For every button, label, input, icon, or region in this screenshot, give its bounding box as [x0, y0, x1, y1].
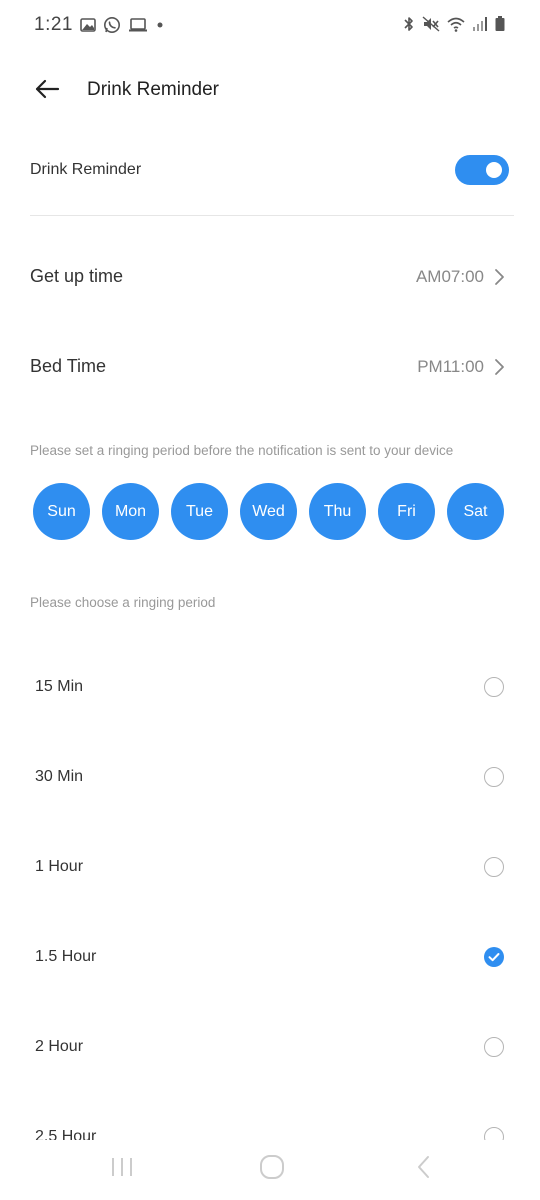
- choose-period-hint: Please choose a ringing period: [30, 595, 216, 610]
- chevron-right-icon: [492, 267, 506, 287]
- check-icon: [488, 953, 500, 962]
- whatsapp-icon: [103, 16, 121, 39]
- status-left-icons: [80, 16, 165, 39]
- day-sat[interactable]: Sat: [447, 483, 504, 540]
- period-list: 15 Min 30 Min 1 Hour 1.5 Hour 2 Hour 2.5…: [0, 640, 540, 1140]
- day-mon[interactable]: Mon: [102, 483, 159, 540]
- radio-button-checked[interactable]: [484, 947, 504, 967]
- radio-button[interactable]: [484, 1127, 504, 1140]
- get-up-time-value: AM07:00: [415, 267, 484, 286]
- back-arrow-icon: [34, 79, 60, 104]
- ringing-period-hint: Please set a ringing period before the n…: [30, 443, 454, 458]
- wifi-icon: [446, 15, 466, 38]
- radio-button[interactable]: [484, 857, 504, 877]
- signal-icon: [472, 15, 488, 38]
- drink-reminder-label: Drink Reminder: [30, 161, 142, 178]
- page-title: Drink Reminder: [87, 79, 219, 100]
- radio-button[interactable]: [484, 1037, 504, 1057]
- period-item-2-5-hour[interactable]: 2.5 Hour: [0, 1090, 540, 1140]
- toggle-knob: [486, 162, 502, 178]
- period-item-30-min[interactable]: 30 Min: [0, 730, 540, 820]
- nav-back-button[interactable]: [404, 1154, 444, 1184]
- back-icon: [414, 1154, 434, 1185]
- battery-icon: [494, 15, 506, 38]
- period-label: 15 Min: [35, 678, 84, 695]
- dot-icon: [155, 17, 165, 38]
- period-label: 1.5 Hour: [35, 948, 97, 965]
- period-label: 1 Hour: [35, 858, 84, 875]
- laptop-icon: [128, 17, 148, 38]
- period-item-1-hour[interactable]: 1 Hour: [0, 820, 540, 910]
- get-up-time-row[interactable]: Get up time AM07:00: [30, 252, 510, 302]
- home-icon: [258, 1153, 286, 1186]
- status-bar: 1:21: [0, 0, 540, 50]
- radio-button[interactable]: [484, 767, 504, 787]
- chevron-right-icon: [492, 357, 506, 377]
- recent-apps-button[interactable]: [102, 1154, 142, 1184]
- day-thu[interactable]: Thu: [309, 483, 366, 540]
- navigation-bar: [0, 1140, 540, 1200]
- day-sun[interactable]: Sun: [33, 483, 90, 540]
- period-item-15-min[interactable]: 15 Min: [0, 640, 540, 730]
- period-label: 2 Hour: [35, 1038, 84, 1055]
- radio-button[interactable]: [484, 677, 504, 697]
- drink-reminder-row: Drink Reminder: [30, 145, 514, 197]
- bed-time-row[interactable]: Bed Time PM11:00: [30, 342, 510, 392]
- day-wed[interactable]: Wed: [240, 483, 297, 540]
- bed-time-label: Bed Time: [30, 356, 107, 376]
- period-label: 30 Min: [35, 768, 84, 785]
- day-tue[interactable]: Tue: [171, 483, 228, 540]
- bluetooth-icon: [402, 15, 416, 38]
- drink-reminder-toggle[interactable]: [455, 155, 509, 185]
- period-item-1-5-hour[interactable]: 1.5 Hour: [0, 910, 540, 1000]
- image-icon: [80, 17, 96, 38]
- period-label: 2.5 Hour: [35, 1128, 97, 1140]
- header: Drink Reminder: [0, 60, 540, 120]
- day-selector: Sun Mon Tue Wed Thu Fri Sat: [33, 483, 508, 541]
- status-right-icons: [402, 15, 506, 38]
- get-up-time-label: Get up time: [30, 266, 124, 286]
- home-button[interactable]: [252, 1154, 292, 1184]
- mute-icon: [422, 15, 440, 38]
- status-time: 1:21: [34, 14, 73, 35]
- back-button[interactable]: [30, 74, 64, 108]
- recent-apps-icon: [109, 1155, 135, 1184]
- bed-time-value: PM11:00: [417, 357, 484, 376]
- period-item-2-hour[interactable]: 2 Hour: [0, 1000, 540, 1090]
- divider: [30, 215, 514, 216]
- day-fri[interactable]: Fri: [378, 483, 435, 540]
